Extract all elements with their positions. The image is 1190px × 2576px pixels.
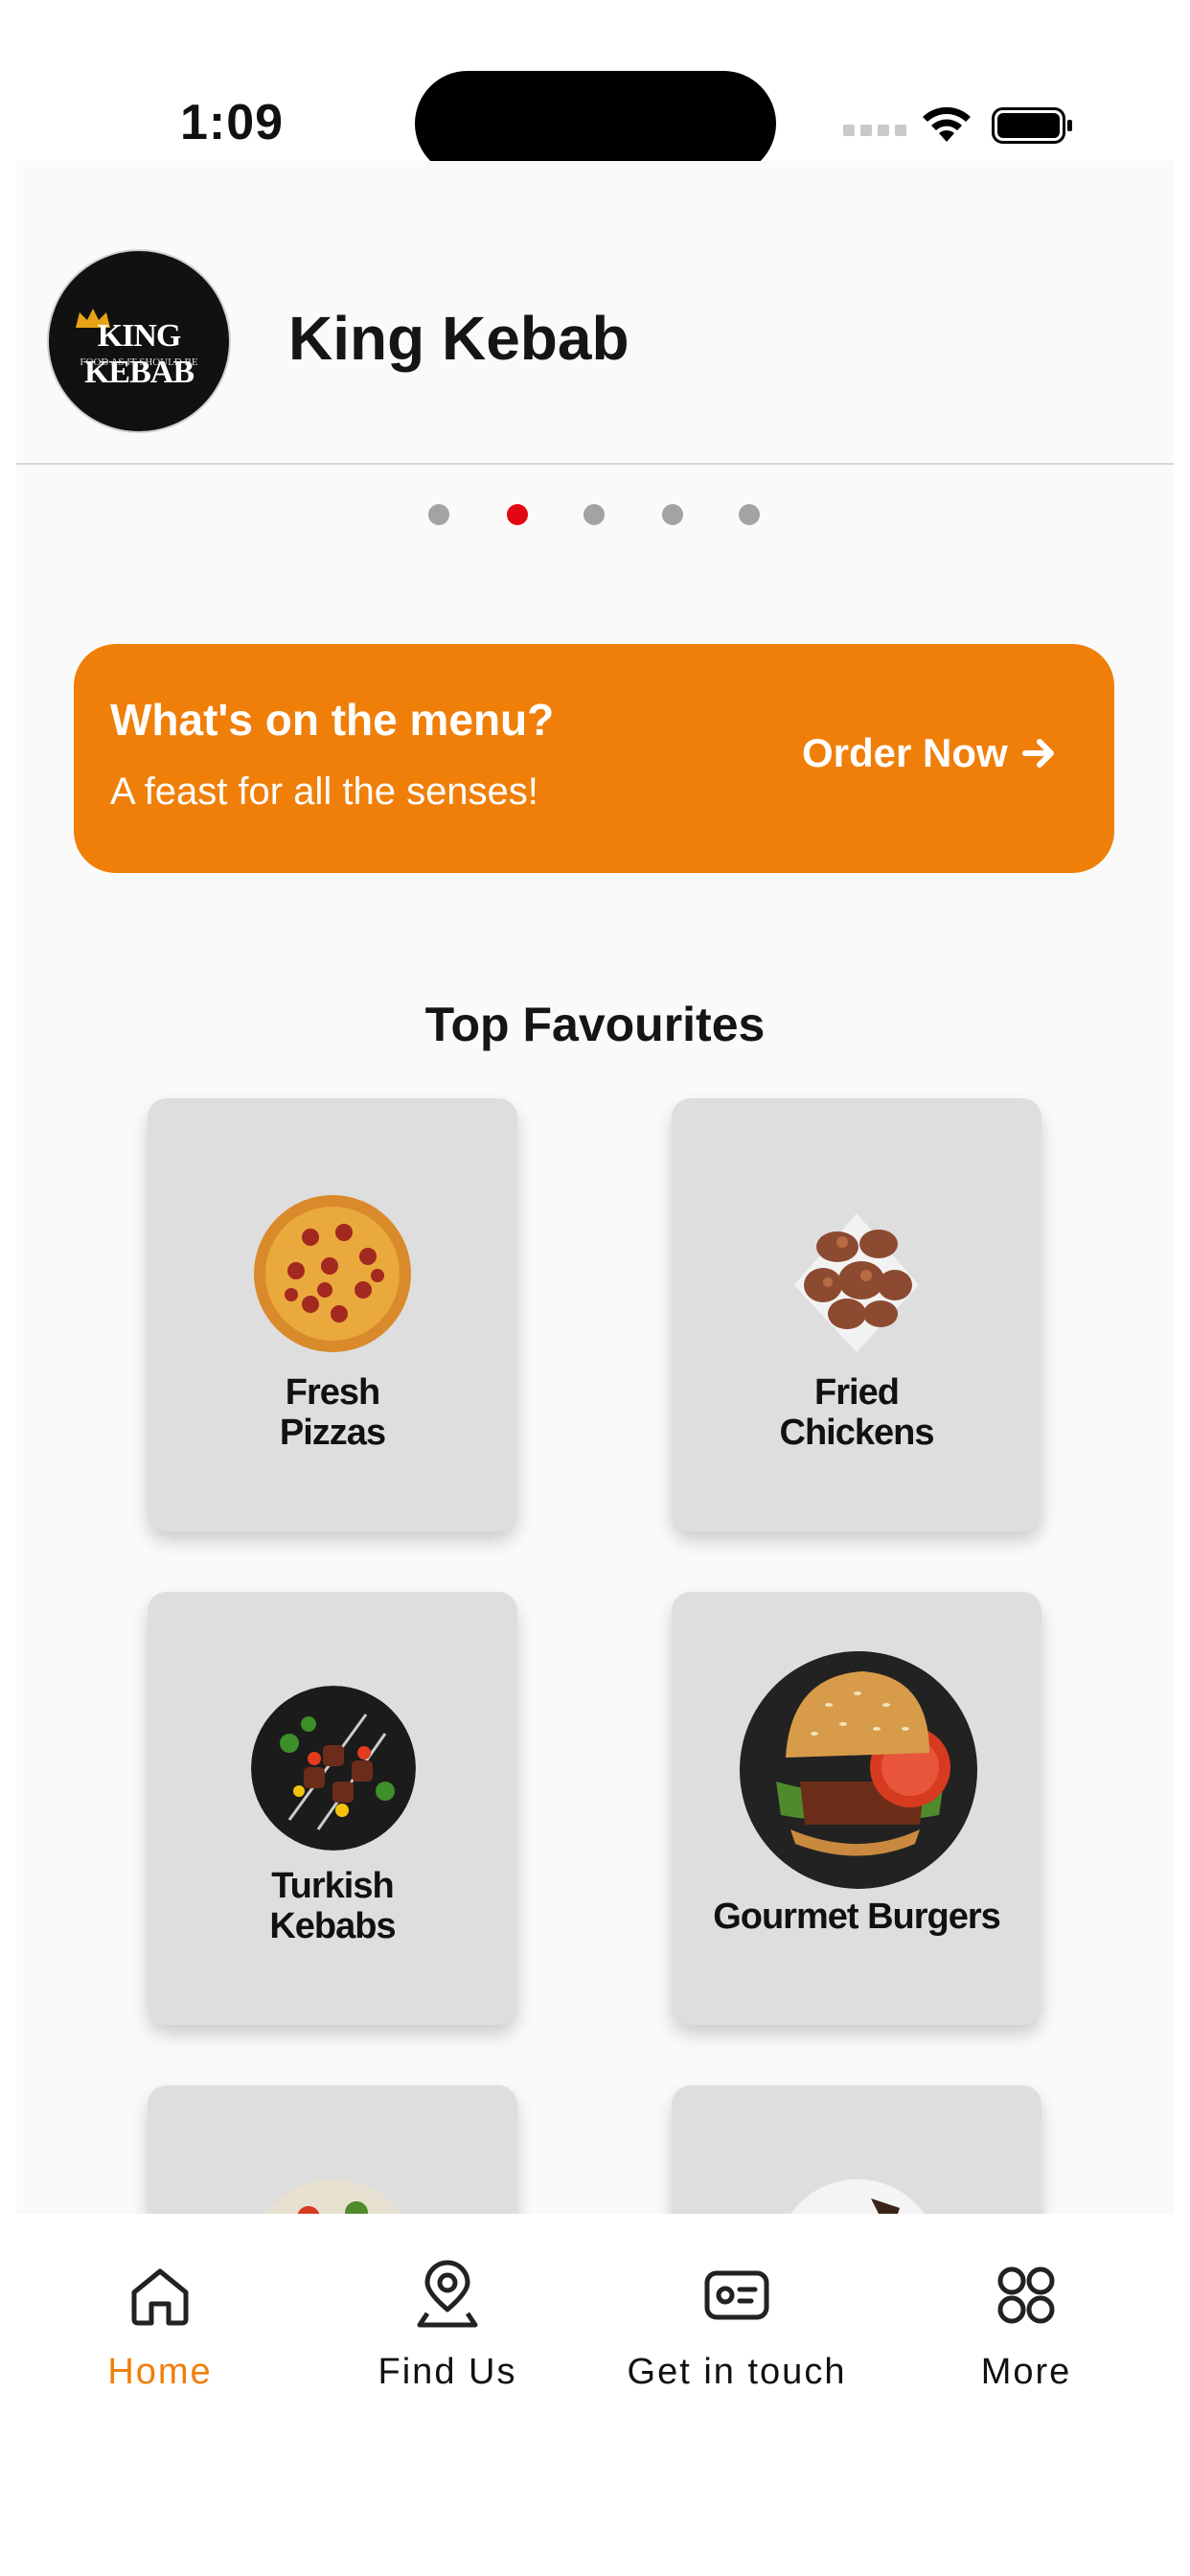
tab-more[interactable]: More: [882, 2260, 1170, 2393]
card-label: Fresh Pizzas: [279, 1372, 386, 1453]
king-kebab-logo: KING KEBAB FOOD AS IT SHOULD BE: [47, 249, 231, 433]
category-card-kebabs[interactable]: Turkish Kebabs: [148, 1592, 517, 2025]
tab-find-us[interactable]: Find Us: [304, 2260, 591, 2393]
carousel-dot[interactable]: [584, 504, 605, 525]
carousel-dot[interactable]: [662, 504, 683, 525]
app-title: King Kebab: [288, 304, 629, 373]
home-icon: [131, 2268, 189, 2326]
order-now-button[interactable]: Order Now: [802, 730, 1058, 776]
tab-home[interactable]: Home: [16, 2260, 304, 2393]
card-label: Gourmet Burgers: [713, 1897, 1001, 1937]
menu-banner[interactable]: What's on the menu? A feast for all the …: [74, 644, 1114, 873]
order-now-label: Order Now: [802, 730, 1008, 775]
category-card-pizzas[interactable]: Fresh Pizzas: [148, 1098, 517, 1531]
cellular-signal-icon: [843, 125, 906, 136]
carousel-dot[interactable]: [739, 504, 760, 525]
carousel-dot-active[interactable]: [507, 504, 528, 525]
bottom-tab-bar: Home Find Us Get in touch More: [0, 2214, 1190, 2576]
fried-chicken-image: [794, 1213, 919, 1352]
category-card-burgers[interactable]: Gourmet Burgers: [672, 1592, 1041, 2025]
carousel-dot[interactable]: [428, 504, 449, 525]
pizza-image: [254, 1195, 411, 1352]
location-pin-icon: [417, 2260, 478, 2328]
tab-get-in-touch[interactable]: Get in touch: [593, 2260, 881, 2393]
carousel-indicator: [16, 504, 1174, 527]
wifi-icon: [923, 106, 971, 142]
banner-title: What's on the menu?: [110, 695, 555, 745]
contact-card-icon: [704, 2270, 769, 2320]
burger-image: [740, 1651, 977, 1889]
banner-subtitle: A feast for all the senses!: [110, 770, 538, 813]
arrow-right-icon: [1021, 739, 1054, 768]
grid-icon: [997, 2266, 1055, 2324]
battery-icon: [992, 107, 1072, 144]
kebab-image: [251, 1686, 416, 1851]
card-label: Fried Chickens: [779, 1372, 935, 1453]
status-bar: 1:09: [0, 0, 1190, 176]
card-label: Turkish Kebabs: [269, 1866, 396, 1946]
app-header: KING KEBAB FOOD AS IT SHOULD BE King Keb…: [16, 161, 1174, 465]
category-card-chickens[interactable]: Fried Chickens: [672, 1098, 1041, 1531]
status-time: 1:09: [180, 95, 285, 150]
section-title: Top Favourites: [424, 998, 766, 1051]
